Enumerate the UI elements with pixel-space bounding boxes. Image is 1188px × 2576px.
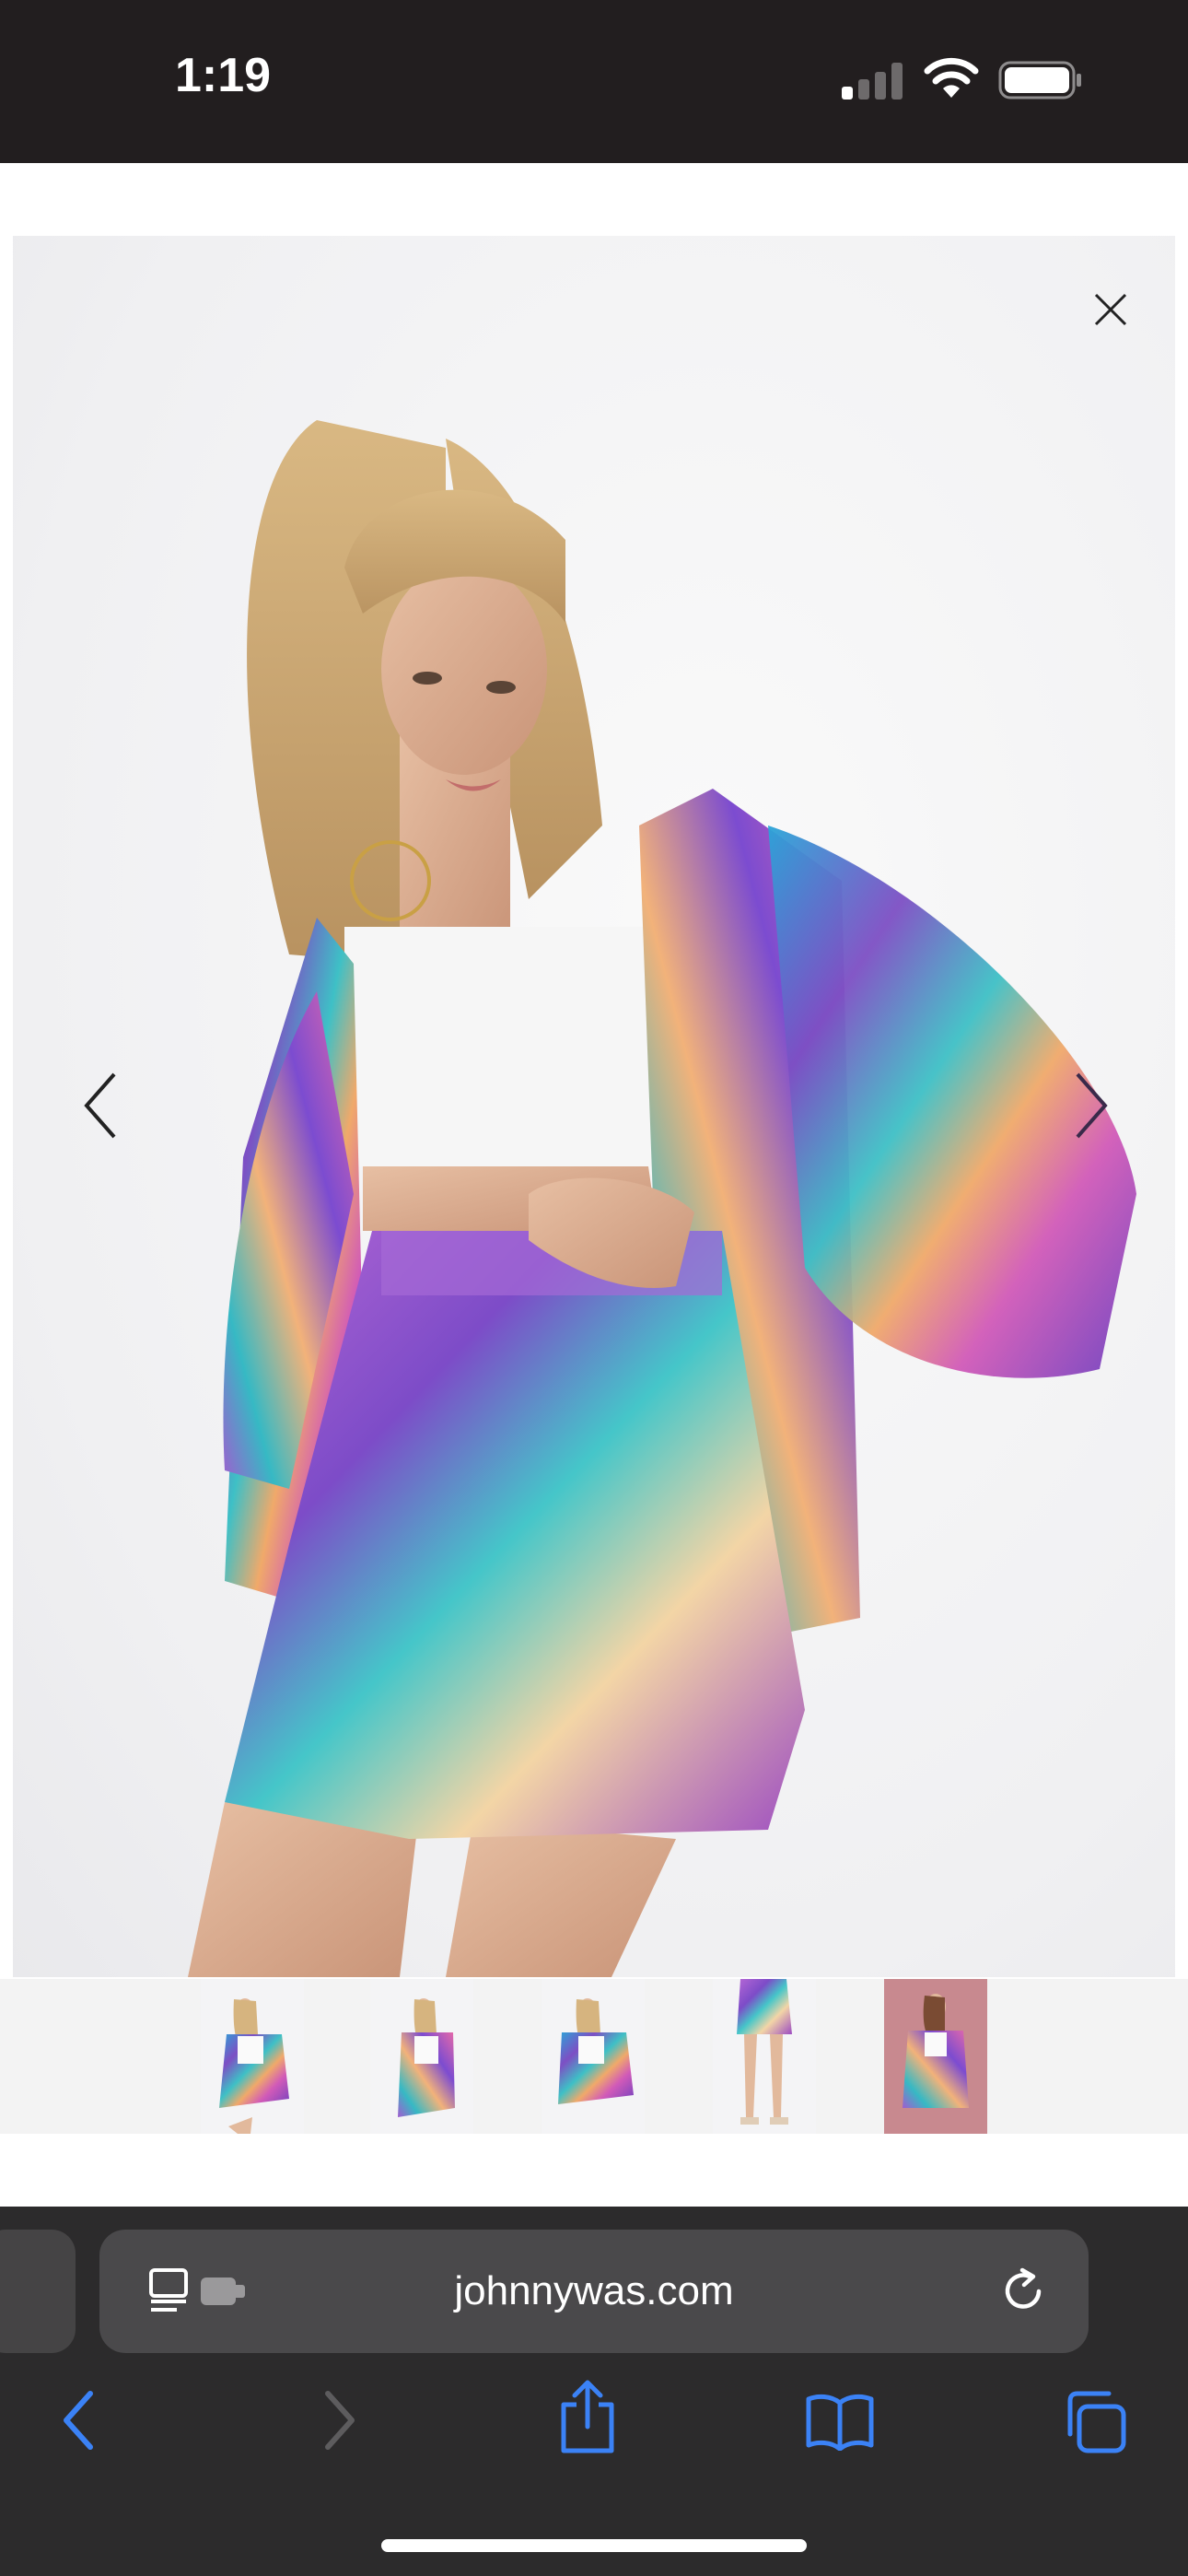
forward-icon[interactable] [319,2386,359,2454]
thumbnail-3[interactable] [542,1979,645,2134]
tabs-icon[interactable] [1061,2388,1127,2454]
thumbnail-4[interactable] [713,1979,816,2134]
cellular-signal-icon [842,61,906,100]
thumbnail-2[interactable] [370,1979,473,2134]
model-photo [188,420,1136,1977]
status-bar: 1:19 [0,0,1188,163]
status-time: 1:19 [175,49,272,102]
close-icon[interactable] [1087,286,1135,334]
address-bar[interactable]: johnnywas.com [99,2230,1089,2353]
url-text: johnnywas.com [454,2268,734,2313]
home-indicator [381,2539,807,2552]
share-icon[interactable] [556,2379,619,2456]
thumbnail-strip [0,1979,1188,2134]
previous-image-arrow-icon[interactable] [77,1069,123,1142]
battery-icon [998,61,1081,100]
thumbnail-1[interactable] [201,1979,304,2134]
wifi-icon [924,57,979,98]
back-icon[interactable] [59,2386,99,2454]
bookmarks-icon[interactable] [805,2392,875,2451]
previous-tab-preview[interactable] [0,2230,76,2353]
next-image-arrow-icon[interactable] [1068,1069,1114,1142]
thumbnail-5[interactable] [884,1979,987,2134]
product-image[interactable] [13,236,1175,1977]
reload-icon[interactable] [998,2266,1048,2316]
